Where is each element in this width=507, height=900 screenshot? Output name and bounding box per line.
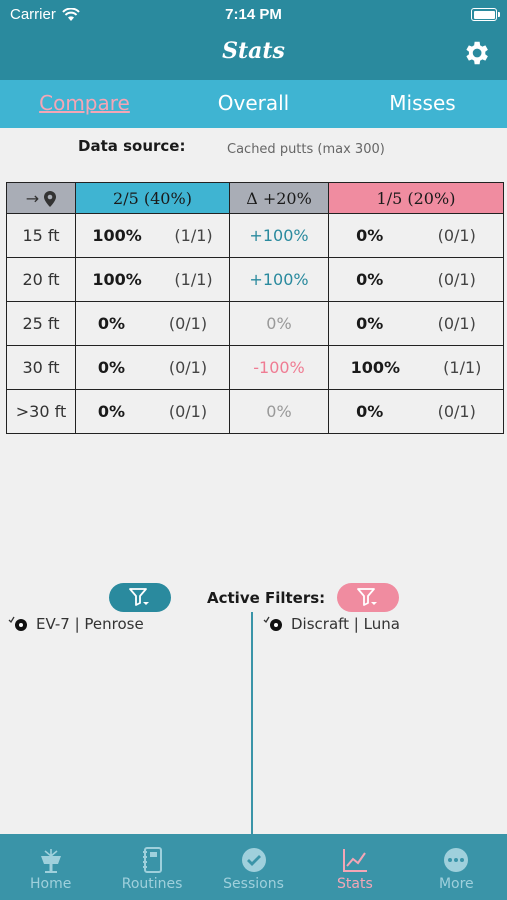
disc-b-cell: 0% (0/1)	[328, 213, 504, 258]
delta-cell: 0%	[229, 301, 329, 346]
disc-a-fraction: (0/1)	[168, 358, 208, 377]
tabbar-item-stats[interactable]: Stats	[304, 834, 405, 900]
status-time: 7:14 PM	[225, 6, 282, 23]
delta-cell: -100%	[229, 345, 329, 390]
disc-b-filter-item[interactable]: Discraft | Luna	[263, 615, 400, 633]
delta-header: Δ +20%	[229, 182, 329, 214]
filter-button-disc-a[interactable]	[109, 583, 171, 612]
disc-a-cell: 100% (1/1)	[75, 213, 230, 258]
disc-a-percent: 0%	[97, 402, 126, 421]
notebook-icon	[143, 847, 163, 873]
active-filters-label: Active Filters:	[207, 589, 326, 607]
table-row: 25 ft 0% (0/1) 0% 0% (0/1)	[6, 301, 504, 346]
distance-cell: >30 ft	[6, 389, 76, 434]
basket-icon	[40, 849, 61, 873]
tabbar-label: Stats	[337, 876, 373, 892]
arrow-icon: →	[25, 188, 40, 208]
disc-a-cell: 100% (1/1)	[75, 257, 230, 302]
disc-a-fraction: (1/1)	[174, 226, 213, 245]
disc-a-percent: 0%	[97, 358, 126, 377]
disc-a-percent: 100%	[92, 226, 142, 245]
disc-b-cell: 100% (1/1)	[328, 345, 504, 390]
tab-overall[interactable]: Overall	[169, 80, 338, 128]
check-circle-icon	[241, 848, 266, 872]
disc-icon	[8, 616, 27, 631]
disc-a-percent: 0%	[97, 314, 126, 333]
chart-icon	[342, 849, 367, 872]
disc-b-percent: 0%	[356, 402, 384, 421]
tabbar-item-home[interactable]: Home	[0, 834, 101, 900]
disc-b-fraction: (0/1)	[437, 226, 476, 245]
bottom-tab-bar: Home Routines Sessions Stats More	[0, 834, 507, 900]
disc-b-total-header: 1/5 (20%)	[328, 182, 504, 214]
disc-b-fraction: (0/1)	[437, 314, 476, 333]
tabbar-item-more[interactable]: More	[406, 834, 507, 900]
battery-icon	[471, 8, 500, 21]
tabbar-item-routines[interactable]: Routines	[101, 834, 202, 900]
tab-misses[interactable]: Misses	[338, 80, 507, 128]
disc-b-percent: 0%	[356, 270, 384, 289]
tabbar-label: Sessions	[223, 876, 284, 892]
distance-cell: 20 ft	[6, 257, 76, 302]
tabbar-label: More	[438, 876, 474, 892]
location-pin-icon	[44, 191, 57, 207]
delta-cell: +100%	[229, 257, 329, 302]
disc-b-percent: 0%	[356, 314, 384, 333]
disc-a-fraction: (1/1)	[174, 270, 213, 289]
distance-cell: 30 ft	[6, 345, 76, 390]
table-row: 20 ft 100% (1/1) +100% 0% (0/1)	[6, 257, 504, 302]
disc-a-cell: 0% (0/1)	[75, 389, 230, 434]
disc-b-fraction: (0/1)	[437, 270, 476, 289]
disc-a-name: EV-7 | Penrose	[36, 615, 144, 633]
disc-a-cell: 0% (0/1)	[75, 301, 230, 346]
disc-a-cell: 0% (0/1)	[75, 345, 230, 390]
disc-icon	[263, 616, 282, 631]
delta-cell: 0%	[229, 389, 329, 434]
disc-b-cell: 0% (0/1)	[328, 301, 504, 346]
disc-b-fraction: (1/1)	[443, 358, 482, 377]
disc-b-percent: 100%	[350, 358, 401, 377]
tab-compare[interactable]: Compare	[0, 80, 169, 128]
disc-a-fraction: (0/1)	[168, 314, 208, 333]
delta-cell: +100%	[229, 213, 329, 258]
disc-b-percent: 0%	[356, 226, 384, 245]
distance-cell: 15 ft	[6, 213, 76, 258]
comparison-table: → 2/5 (40%) Δ +20% 1/5 (20%) 15 ft 100% (…	[6, 182, 504, 434]
table-row: 15 ft 100% (1/1) +100% 0% (0/1)	[6, 213, 504, 258]
filter-button-disc-b[interactable]	[337, 583, 399, 612]
disc-b-cell: 0% (0/1)	[328, 389, 504, 434]
distance-cell: 25 ft	[6, 301, 76, 346]
filter-divider	[251, 612, 253, 834]
filter-icon	[357, 587, 377, 606]
disc-b-name: Discraft | Luna	[291, 615, 400, 633]
disc-b-fraction: (0/1)	[437, 402, 476, 421]
disc-a-percent: 100%	[92, 270, 142, 289]
disc-b-cell: 0% (0/1)	[328, 257, 504, 302]
stats-tabs: Compare Overall Misses	[0, 80, 507, 128]
filter-icon	[129, 587, 149, 606]
gear-icon[interactable]	[461, 38, 491, 68]
distance-header: →	[6, 182, 76, 214]
tabbar-item-sessions[interactable]: Sessions	[203, 834, 304, 900]
tabbar-label: Home	[30, 876, 72, 892]
navigation-bar: Carrier 7:14 PM Stats	[0, 0, 507, 80]
disc-a-total-header: 2/5 (40%)	[75, 182, 230, 214]
table-row: >30 ft 0% (0/1) 0% 0% (0/1)	[6, 389, 504, 434]
disc-a-filter-item[interactable]: EV-7 | Penrose	[8, 615, 144, 633]
data-source-value[interactable]: Cached putts (max 300)	[227, 142, 385, 157]
page-title: Stats	[222, 38, 285, 64]
tabbar-label: Routines	[121, 876, 183, 892]
data-source-label: Data source:	[78, 137, 186, 155]
status-bar: Carrier 7:14 PM	[0, 6, 507, 26]
disc-a-fraction: (0/1)	[168, 402, 208, 421]
table-row: 30 ft 0% (0/1) -100% 100% (1/1)	[6, 345, 504, 390]
ellipsis-icon	[444, 848, 469, 872]
table-header-row: → 2/5 (40%) Δ +20% 1/5 (20%)	[6, 182, 504, 214]
